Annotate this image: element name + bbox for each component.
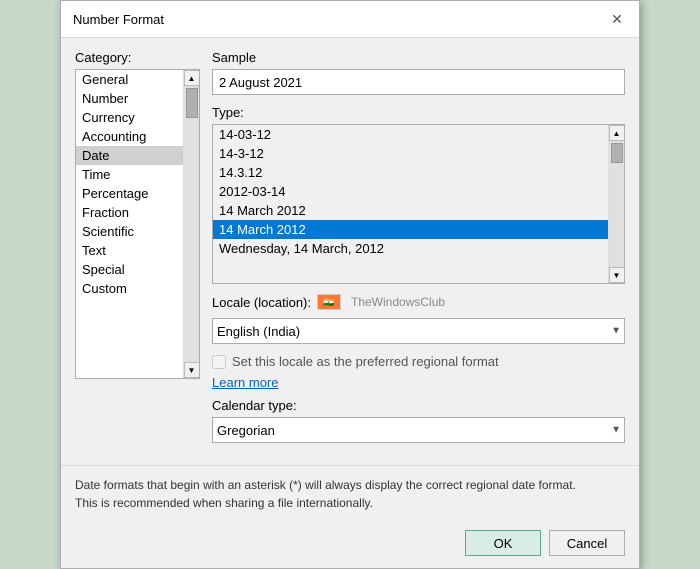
desc-line2: This is recommended when sharing a file … bbox=[75, 494, 625, 512]
category-scroll-inner: General Number Currency Accounting Date … bbox=[76, 70, 183, 378]
list-item[interactable]: Currency bbox=[76, 108, 183, 127]
ok-button[interactable]: OK bbox=[465, 530, 541, 556]
desc-line1: Date formats that begin with an asterisk… bbox=[75, 476, 625, 494]
list-item[interactable]: 14-3-12 bbox=[213, 144, 608, 163]
dialog-body: Category: General Number Currency Accoun… bbox=[61, 38, 639, 465]
list-item[interactable]: Percentage bbox=[76, 184, 183, 203]
scroll-thumb[interactable] bbox=[186, 88, 198, 118]
type-list-inner: 14-03-12 14-3-12 14.3.12 2012-03-14 14 M… bbox=[213, 125, 608, 283]
dialog-title: Number Format bbox=[73, 12, 164, 27]
list-item[interactable]: General bbox=[76, 70, 183, 89]
calendar-select[interactable]: Gregorian Hijri Hebrew Japanese bbox=[212, 417, 625, 443]
calendar-label: Calendar type: bbox=[212, 398, 625, 413]
list-item[interactable]: 2012-03-14 bbox=[213, 182, 608, 201]
list-item[interactable]: Custom bbox=[76, 279, 183, 298]
category-list-container: General Number Currency Accounting Date … bbox=[75, 69, 200, 379]
right-panel: Sample 2 August 2021 Type: 14-03-12 14-3… bbox=[212, 50, 625, 453]
type-scroll-thumb[interactable] bbox=[611, 143, 623, 163]
watermark-text: TheWindowsClub bbox=[351, 295, 445, 309]
list-item[interactable]: 14.3.12 bbox=[213, 163, 608, 182]
category-label: Category: bbox=[75, 50, 200, 65]
sample-box: 2 August 2021 bbox=[212, 69, 625, 95]
list-item[interactable]: Text bbox=[76, 241, 183, 260]
type-scroll-track bbox=[609, 141, 624, 267]
list-item[interactable]: Date bbox=[76, 146, 183, 165]
locale-row: Locale (location): 🇮🇳 TheWindowsClub bbox=[212, 294, 625, 310]
locale-label: Locale (location): bbox=[212, 295, 311, 310]
checkbox-label: Set this locale as the preferred regiona… bbox=[232, 354, 499, 369]
title-bar: Number Format ✕ bbox=[61, 1, 639, 38]
left-panel: Category: General Number Currency Accoun… bbox=[75, 50, 200, 453]
scroll-down-arrow[interactable]: ▼ bbox=[184, 362, 200, 378]
list-item[interactable]: Wednesday, 14 March, 2012 bbox=[213, 239, 608, 258]
type-list: 14-03-12 14-3-12 14.3.12 2012-03-14 14 M… bbox=[213, 125, 608, 258]
list-item[interactable]: Fraction bbox=[76, 203, 183, 222]
list-item[interactable]: Special bbox=[76, 260, 183, 279]
close-button[interactable]: ✕ bbox=[607, 9, 627, 29]
type-list-container: 14-03-12 14-3-12 14.3.12 2012-03-14 14 M… bbox=[212, 124, 625, 284]
list-item[interactable]: 14-03-12 bbox=[213, 125, 608, 144]
type-scroll-down[interactable]: ▼ bbox=[609, 267, 625, 283]
calendar-select-wrapper: Gregorian Hijri Hebrew Japanese ▼ bbox=[212, 417, 625, 443]
locale-checkbox[interactable] bbox=[212, 355, 226, 369]
locale-flag-icon: 🇮🇳 bbox=[317, 294, 341, 310]
list-item[interactable]: 14 March 2012 bbox=[213, 201, 608, 220]
number-format-dialog: Number Format ✕ Category: General Number… bbox=[60, 0, 640, 569]
list-item[interactable]: Scientific bbox=[76, 222, 183, 241]
list-item-selected[interactable]: 14 March 2012 bbox=[213, 220, 608, 239]
locale-select-wrapper: English (India) English (US) English (UK… bbox=[212, 318, 625, 344]
scroll-track bbox=[184, 86, 199, 362]
checkbox-row: Set this locale as the preferred regiona… bbox=[212, 354, 625, 369]
locale-select[interactable]: English (India) English (US) English (UK… bbox=[212, 318, 625, 344]
category-list: General Number Currency Accounting Date … bbox=[76, 70, 183, 298]
description-section: Date formats that begin with an asterisk… bbox=[61, 465, 639, 522]
list-item[interactable]: Time bbox=[76, 165, 183, 184]
list-item[interactable]: Accounting bbox=[76, 127, 183, 146]
type-scroll-up[interactable]: ▲ bbox=[609, 125, 625, 141]
cancel-button[interactable]: Cancel bbox=[549, 530, 625, 556]
list-item[interactable]: Number bbox=[76, 89, 183, 108]
type-label: Type: bbox=[212, 105, 625, 120]
sample-label: Sample bbox=[212, 50, 625, 65]
learn-more-link[interactable]: Learn more bbox=[212, 375, 625, 390]
sample-value: 2 August 2021 bbox=[219, 75, 302, 90]
type-scrollbar: ▲ ▼ bbox=[608, 125, 624, 283]
button-row: OK Cancel bbox=[61, 522, 639, 568]
sample-section: Sample 2 August 2021 bbox=[212, 50, 625, 95]
category-scrollbar: ▲ ▼ bbox=[183, 70, 199, 378]
scroll-up-arrow[interactable]: ▲ bbox=[184, 70, 200, 86]
